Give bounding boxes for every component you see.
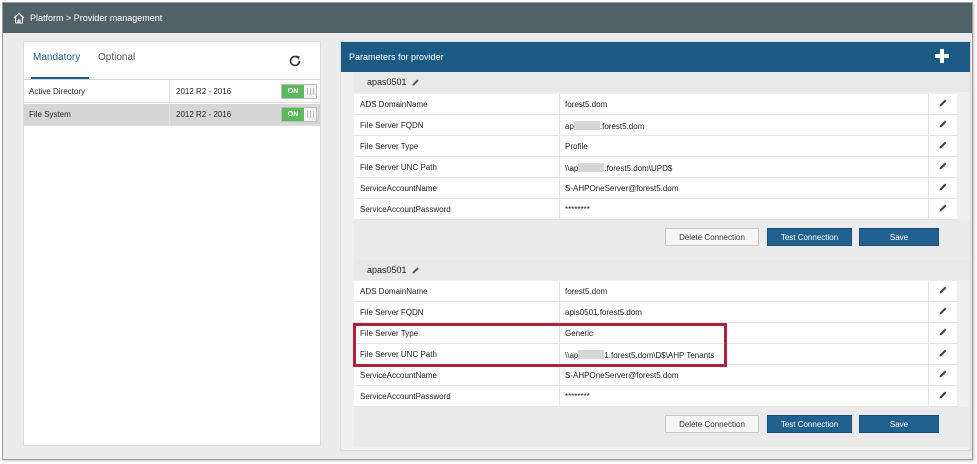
plus-icon[interactable] xyxy=(935,49,949,63)
provider-version: 2012 R2 - 2016 xyxy=(176,87,232,96)
param-row: File Server Type Profile xyxy=(354,136,957,157)
pencil-icon[interactable] xyxy=(938,306,948,316)
pencil-icon[interactable] xyxy=(938,119,948,129)
toggle-grip-icon xyxy=(307,88,314,95)
delete-connection-button[interactable]: Delete Connection xyxy=(665,228,759,246)
param-row: ServiceAccountName S-AHPOneServer@forest… xyxy=(354,178,957,199)
param-value: forest5.dom xyxy=(565,100,608,109)
provider-row-file-system[interactable]: File System 2012 R2 - 2016 ON xyxy=(24,104,320,126)
test-connection-button[interactable]: Test Connection xyxy=(767,415,852,433)
parameters-panel: Parameters for provider apas0501 ADS Dom… xyxy=(340,41,971,451)
param-key: ADS DomainName xyxy=(360,100,428,109)
pencil-icon[interactable] xyxy=(938,390,948,400)
app-window: Platform > Provider management Mandatory… xyxy=(2,2,973,460)
param-key: ServiceAccountName xyxy=(360,184,437,193)
save-button[interactable]: Save xyxy=(859,228,939,246)
provider-toggle[interactable]: ON xyxy=(281,84,317,99)
param-key: ServiceAccountName xyxy=(360,371,437,380)
provider-name: File System xyxy=(29,110,71,119)
param-row: File Server UNC Path \\ap 1.forest5.dom\D… xyxy=(354,344,957,365)
param-row: File Server FQDN apis0501.forest5.dom xyxy=(354,302,957,323)
redacted-mask xyxy=(578,350,605,359)
home-icon[interactable] xyxy=(12,11,26,25)
provider-name: Active Directory xyxy=(29,87,86,96)
connection-name: apas0501 xyxy=(367,77,407,87)
param-row: ADS DomainName forest5.dom xyxy=(354,281,957,302)
test-connection-button[interactable]: Test Connection xyxy=(767,228,852,246)
pencil-icon[interactable] xyxy=(938,285,948,295)
pencil-icon[interactable] xyxy=(411,78,420,87)
column-divider xyxy=(169,104,170,126)
column-divider xyxy=(169,81,170,103)
parameters-header: Parameters for provider xyxy=(341,42,970,72)
connection-actions: Delete Connection Test Connection Save xyxy=(354,220,970,260)
param-key: ADS DomainName xyxy=(360,287,428,296)
param-value: ap .forest5.dom xyxy=(565,121,645,131)
pencil-icon[interactable] xyxy=(938,98,948,108)
pencil-icon[interactable] xyxy=(938,182,948,192)
redacted-mask xyxy=(573,121,600,130)
provider-version: 2012 R2 - 2016 xyxy=(176,110,232,119)
param-row: ServiceAccountName S-AHPOneServer@forest… xyxy=(354,365,957,386)
provider-row-active-directory[interactable]: Active Directory 2012 R2 - 2016 ON xyxy=(24,81,320,103)
provider-toggle[interactable]: ON xyxy=(281,107,317,122)
provider-list-panel: Mandatory Optional Active Directory 2012… xyxy=(23,41,321,446)
delete-connection-button[interactable]: Delete Connection xyxy=(665,415,759,433)
param-value: \\ap 1.forest5.dom\D$\AHP Tenants xyxy=(565,350,715,360)
pencil-icon[interactable] xyxy=(411,266,420,275)
pencil-icon[interactable] xyxy=(938,348,948,358)
param-key: ServiceAccountPassword xyxy=(360,205,451,214)
param-value: ******** xyxy=(565,392,590,401)
param-value: Profile xyxy=(565,142,588,151)
toggle-on-label: ON xyxy=(282,85,304,98)
param-key: ServiceAccountPassword xyxy=(360,392,451,401)
param-value: apis0501.forest5.dom xyxy=(565,308,642,317)
param-key: File Server UNC Path xyxy=(360,163,437,172)
refresh-icon[interactable] xyxy=(288,54,302,68)
active-tab-indicator xyxy=(31,77,89,79)
top-bar: Platform > Provider management xyxy=(3,3,972,33)
param-value: forest5.dom xyxy=(565,287,608,296)
connection-header: apas0501 xyxy=(354,72,970,92)
param-key: File Server FQDN xyxy=(360,308,424,317)
param-value: \\ap .forest5.dom\UPD$ xyxy=(565,163,673,173)
param-row: File Server Type Generic xyxy=(354,323,957,344)
param-value: S-AHPOneServer@forest5.dom xyxy=(565,371,679,380)
provider-tabs: Mandatory Optional xyxy=(24,42,320,80)
save-button[interactable]: Save xyxy=(859,415,939,433)
pencil-icon[interactable] xyxy=(938,203,948,213)
toggle-grip-icon xyxy=(307,111,314,118)
toggle-on-label: ON xyxy=(282,108,304,121)
param-value: S-AHPOneServer@forest5.dom xyxy=(565,184,679,193)
param-value: ******** xyxy=(565,205,590,214)
pencil-icon[interactable] xyxy=(938,161,948,171)
connection-header: apas0501 xyxy=(354,260,970,280)
breadcrumb[interactable]: Platform > Provider management xyxy=(30,13,162,23)
pencil-icon[interactable] xyxy=(938,327,948,337)
param-row: ADS DomainName forest5.dom xyxy=(354,94,957,115)
tab-mandatory[interactable]: Mandatory xyxy=(33,52,80,63)
connection-actions: Delete Connection Test Connection Save xyxy=(354,407,970,447)
param-key: File Server UNC Path xyxy=(360,350,437,359)
param-row: ServiceAccountPassword ******** xyxy=(354,199,957,220)
redacted-mask xyxy=(578,163,605,172)
param-row: File Server FQDN ap .forest5.dom xyxy=(354,115,957,136)
param-key: File Server Type xyxy=(360,142,419,151)
tab-optional[interactable]: Optional xyxy=(98,52,135,63)
param-key: File Server Type xyxy=(360,329,419,338)
parameters-title: Parameters for provider xyxy=(349,52,444,62)
param-value: Generic xyxy=(565,329,594,338)
param-row: ServiceAccountPassword ******** xyxy=(354,386,957,407)
pencil-icon[interactable] xyxy=(938,369,948,379)
param-key: File Server FQDN xyxy=(360,121,424,130)
pencil-icon[interactable] xyxy=(938,140,948,150)
connection-name: apas0501 xyxy=(367,265,407,275)
param-row: File Server UNC Path \\ap .forest5.dom\UP… xyxy=(354,157,957,178)
